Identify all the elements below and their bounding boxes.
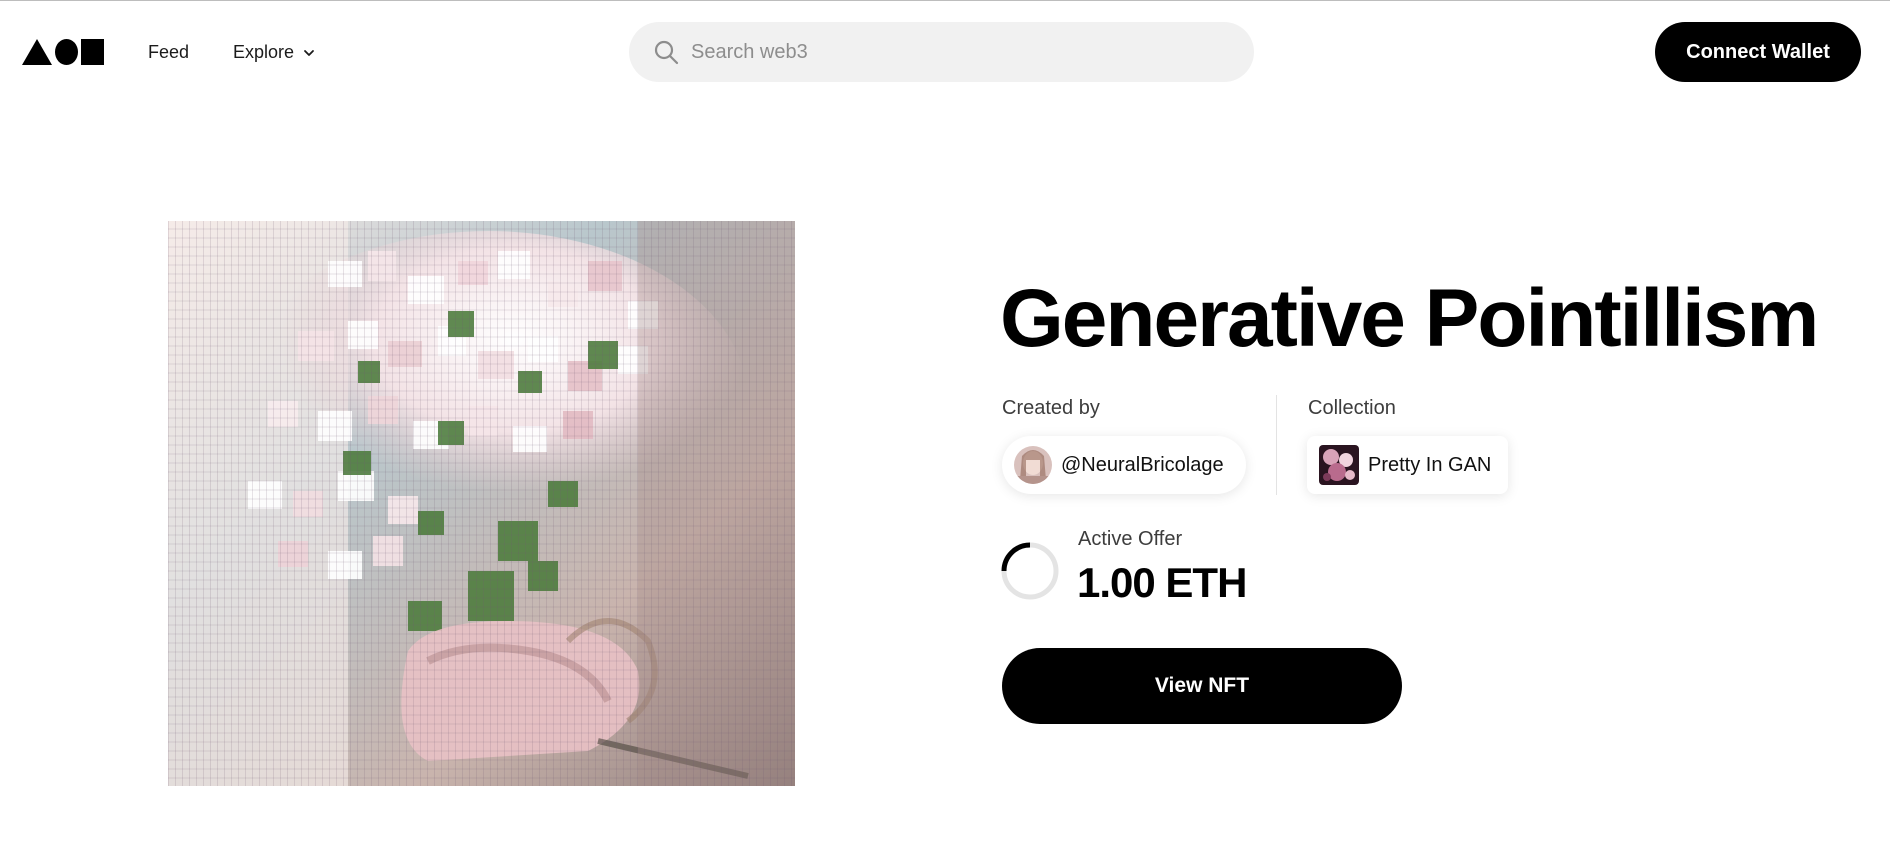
chevron-down-icon — [304, 49, 314, 56]
collection-name: Pretty In GAN — [1368, 453, 1492, 476]
created-by-label: Created by — [1002, 397, 1100, 419]
nav-explore-menu[interactable]: Explore — [233, 42, 316, 63]
info-divider — [1276, 395, 1277, 495]
nav-explore-label: Explore — [233, 42, 295, 62]
site-header: Feed Explore Connect Wallet — [0, 1, 1890, 101]
search-bar[interactable] — [629, 22, 1254, 82]
logo-triangle — [22, 39, 52, 65]
nav-feed-link[interactable]: Feed — [148, 42, 189, 63]
creator-handle: @NeuralBricolage — [1061, 453, 1224, 476]
search-input[interactable] — [691, 40, 1231, 64]
logo-circle — [55, 39, 78, 65]
nft-title: Generative Pointillism — [1000, 273, 1819, 364]
creator-avatar — [1014, 446, 1052, 484]
view-nft-button[interactable]: View NFT — [1002, 648, 1402, 724]
offer-timer-icon — [1001, 542, 1059, 600]
creator-profile-link[interactable]: @NeuralBricolage — [1002, 436, 1246, 494]
active-offer-label: Active Offer — [1078, 528, 1183, 550]
nft-artwork-image[interactable] — [168, 221, 795, 786]
connect-wallet-button[interactable]: Connect Wallet — [1655, 22, 1861, 82]
collection-thumbnail — [1319, 445, 1359, 485]
collection-link[interactable]: Pretty In GAN — [1307, 436, 1508, 494]
active-offer-value: 1.00 ETH — [1077, 559, 1247, 606]
logo-square — [81, 39, 104, 65]
logo-icon[interactable] — [22, 39, 104, 65]
collection-label: Collection — [1308, 397, 1396, 419]
search-icon — [654, 40, 679, 65]
